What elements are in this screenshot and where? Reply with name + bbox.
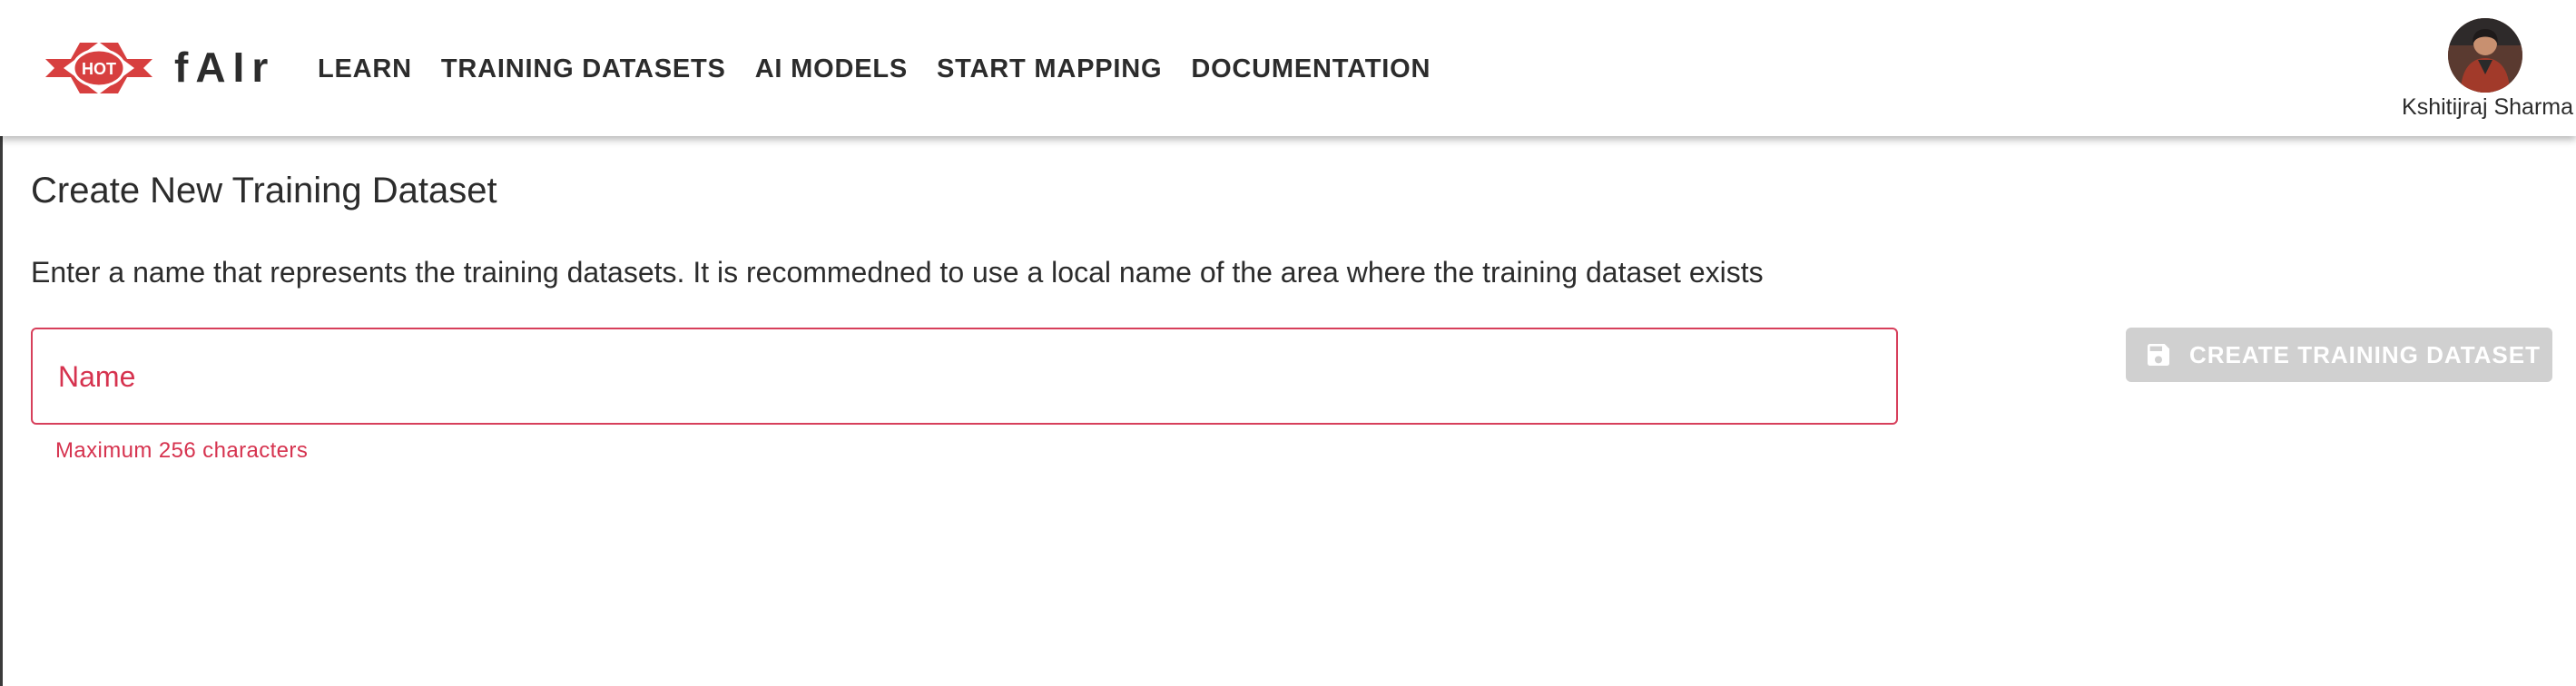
name-field [31, 328, 1898, 425]
user-photo-icon [2448, 18, 2522, 93]
create-button-label: CREATE TRAINING DATASET [2189, 340, 2541, 368]
name-input[interactable] [56, 329, 1875, 425]
hot-logo-icon[interactable]: HOT [45, 39, 152, 97]
create-training-dataset-button[interactable]: CREATE TRAINING DATASET [2126, 328, 2552, 382]
page-title: Create New Training Dataset [31, 171, 497, 211]
nav-ai-models[interactable]: AI MODELS [755, 54, 908, 84]
nav-documentation[interactable]: DOCUMENTATION [1191, 54, 1431, 84]
name-helper-text: Maximum 256 characters [55, 438, 309, 463]
save-icon [2148, 344, 2169, 366]
logo-text: HOT [82, 60, 116, 78]
brand-name[interactable]: fAIr [174, 40, 275, 94]
nav-learn[interactable]: LEARN [318, 54, 412, 84]
nav-training-datasets[interactable]: TRAINING DATASETS [441, 54, 726, 84]
instructions-text: Enter a name that represents the trainin… [31, 256, 1764, 289]
main-nav: LEARN TRAINING DATASETS AI MODELS START … [318, 49, 1460, 89]
avatar[interactable] [2448, 18, 2522, 93]
nav-start-mapping[interactable]: START MAPPING [937, 54, 1162, 84]
top-app-bar: HOT fAIr LEARN TRAINING DATASETS AI MODE… [0, 0, 2576, 136]
user-name[interactable]: Kshitijraj Sharma [2402, 94, 2573, 121]
